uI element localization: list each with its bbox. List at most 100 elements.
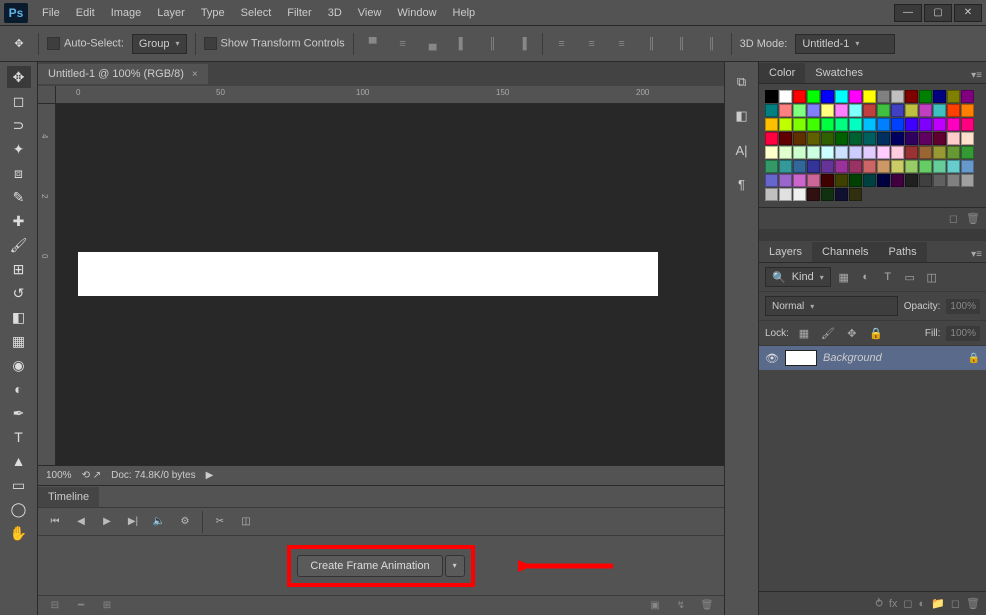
swatch[interactable]: [933, 174, 946, 187]
history-brush-tool[interactable]: ↺: [7, 282, 31, 304]
canvas[interactable]: [78, 252, 658, 296]
layer-style-icon[interactable]: fx: [889, 598, 898, 610]
new-layer-icon[interactable]: ◻: [951, 597, 960, 610]
swatch[interactable]: [765, 146, 778, 159]
window-close-button[interactable]: ✕: [954, 4, 982, 22]
swatch[interactable]: [793, 118, 806, 131]
swatch[interactable]: [877, 118, 890, 131]
menu-edit[interactable]: Edit: [68, 3, 103, 23]
swatch[interactable]: [807, 188, 820, 201]
swatch[interactable]: [933, 132, 946, 145]
swatch[interactable]: [835, 104, 848, 117]
filter-type-icon[interactable]: T: [879, 269, 897, 285]
lock-position-icon[interactable]: ✥: [843, 325, 861, 341]
filter-adjustment-icon[interactable]: ◐: [857, 269, 875, 285]
eyedropper-tool[interactable]: ✎: [7, 186, 31, 208]
swatch[interactable]: [905, 160, 918, 173]
type-tool[interactable]: T: [7, 426, 31, 448]
group-icon[interactable]: 📁: [931, 597, 945, 610]
brush-tool[interactable]: 🖌: [7, 234, 31, 256]
window-maximize-button[interactable]: ▢: [924, 4, 952, 22]
menu-image[interactable]: Image: [103, 3, 150, 23]
swatch[interactable]: [765, 118, 778, 131]
lock-transparent-icon[interactable]: ▦: [795, 325, 813, 341]
swatch[interactable]: [919, 160, 932, 173]
swatch[interactable]: [807, 104, 820, 117]
swatch[interactable]: [891, 146, 904, 159]
swatch[interactable]: [933, 146, 946, 159]
swatch[interactable]: [961, 146, 974, 159]
swatch[interactable]: [821, 104, 834, 117]
layers-tab[interactable]: Layers: [759, 242, 812, 262]
eraser-tool[interactable]: ◧: [7, 306, 31, 328]
swatch[interactable]: [891, 174, 904, 187]
swatch[interactable]: [835, 118, 848, 131]
swatch[interactable]: [765, 90, 778, 103]
swatch[interactable]: [919, 118, 932, 131]
swatch[interactable]: [947, 174, 960, 187]
swatch[interactable]: [793, 174, 806, 187]
menu-window[interactable]: Window: [389, 3, 444, 23]
clone-stamp-tool[interactable]: ⊞: [7, 258, 31, 280]
ellipse-tool[interactable]: ◯: [7, 498, 31, 520]
delete-swatch-icon[interactable]: 🗑: [966, 212, 980, 225]
swatch[interactable]: [835, 188, 848, 201]
menu-type[interactable]: Type: [193, 3, 233, 23]
filter-shape-icon[interactable]: ▭: [901, 269, 919, 285]
swatch[interactable]: [863, 90, 876, 103]
swatch[interactable]: [891, 118, 904, 131]
swatch[interactable]: [793, 90, 806, 103]
swatch[interactable]: [765, 132, 778, 145]
visibility-toggle-icon[interactable]: 👁: [765, 351, 779, 365]
swatch[interactable]: [765, 174, 778, 187]
doc-info-flyout-icon[interactable]: ▶: [206, 470, 214, 481]
blend-mode-dropdown[interactable]: Normal: [765, 296, 898, 316]
swatch[interactable]: [765, 104, 778, 117]
swatch[interactable]: [821, 118, 834, 131]
swatch[interactable]: [891, 90, 904, 103]
go-to-first-frame-button[interactable]: ⏮: [46, 514, 64, 530]
swatch[interactable]: [765, 188, 778, 201]
swatch[interactable]: [793, 160, 806, 173]
marquee-tool[interactable]: ◻: [7, 90, 31, 112]
swatch[interactable]: [779, 104, 792, 117]
swatch[interactable]: [905, 174, 918, 187]
create-animation-dropdown[interactable]: [445, 555, 465, 577]
swatch[interactable]: [863, 160, 876, 173]
auto-select-dropdown[interactable]: Group: [132, 34, 187, 54]
character-panel-icon[interactable]: A|: [732, 140, 752, 160]
dodge-tool[interactable]: ◐: [7, 378, 31, 400]
layer-thumbnail[interactable]: [785, 350, 817, 366]
properties-panel-icon[interactable]: ◧: [732, 106, 752, 126]
swatch[interactable]: [877, 174, 890, 187]
trash-icon[interactable]: 🗑: [698, 599, 716, 613]
panel-menu-icon[interactable]: ▾≡: [967, 68, 986, 83]
swatch[interactable]: [821, 160, 834, 173]
paths-tab[interactable]: Paths: [879, 242, 927, 262]
lock-all-icon[interactable]: 🔒: [867, 325, 885, 341]
swatch[interactable]: [779, 174, 792, 187]
swatch[interactable]: [961, 160, 974, 173]
swatch[interactable]: [779, 160, 792, 173]
swatch[interactable]: [793, 132, 806, 145]
layer-name[interactable]: Background: [823, 352, 882, 364]
distribute-right-icon[interactable]: ║: [701, 33, 723, 55]
swatch[interactable]: [919, 104, 932, 117]
menu-layer[interactable]: Layer: [149, 3, 193, 23]
pen-tool[interactable]: ✒: [7, 402, 31, 424]
menu-help[interactable]: Help: [445, 3, 484, 23]
swatch[interactable]: [905, 146, 918, 159]
swatch[interactable]: [779, 146, 792, 159]
swatch[interactable]: [947, 118, 960, 131]
swatch[interactable]: [905, 104, 918, 117]
swatch[interactable]: [863, 174, 876, 187]
swatch[interactable]: [947, 160, 960, 173]
swatch[interactable]: [793, 188, 806, 201]
settings-icon[interactable]: ⚙: [176, 514, 194, 530]
layer-row-background[interactable]: 👁 Background 🔒: [759, 346, 986, 370]
menu-select[interactable]: Select: [233, 3, 280, 23]
audio-toggle-button[interactable]: 🔈: [150, 514, 168, 530]
swatch[interactable]: [877, 132, 890, 145]
swatch[interactable]: [863, 118, 876, 131]
convert-timeline-icon[interactable]: ▣: [646, 599, 664, 613]
